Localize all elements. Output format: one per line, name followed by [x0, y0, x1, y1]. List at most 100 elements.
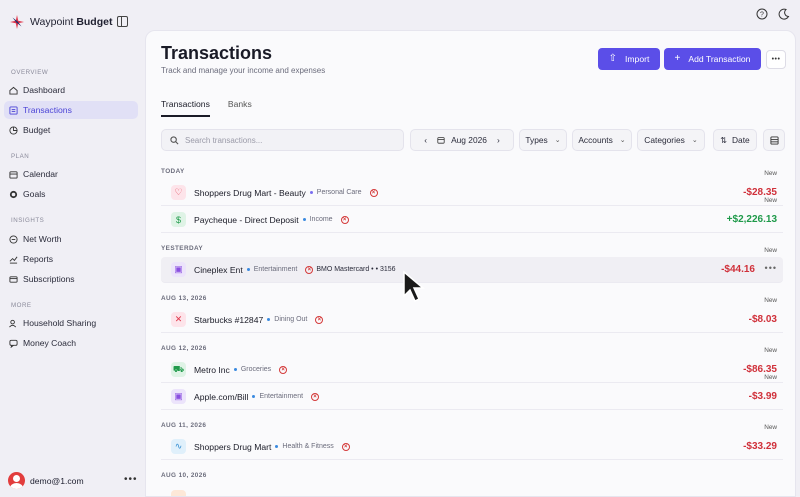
remove-account-icon[interactable]: ×: [369, 188, 378, 197]
brand-name-a: Waypoint: [30, 16, 74, 28]
search-input[interactable]: [185, 135, 395, 145]
sidebar-item-budget[interactable]: Budget: [4, 121, 138, 139]
sidebar-item-household-sharing[interactable]: Household Sharing: [4, 314, 138, 332]
tab-transactions[interactable]: Transactions: [161, 99, 210, 117]
category: Personal Care: [316, 189, 362, 196]
accounts-label: Accounts: [578, 135, 613, 145]
remove-account-icon[interactable]: ×: [340, 215, 349, 224]
merchant: Metro Inc: [194, 364, 230, 375]
row-more-icon[interactable]: •••: [765, 263, 777, 273]
month-label[interactable]: Aug 2026: [451, 135, 487, 145]
user-menu-more-icon[interactable]: •••: [124, 474, 138, 485]
sidebar-item-label: Transactions: [23, 105, 72, 115]
collapse-sidebar-icon[interactable]: [117, 16, 128, 27]
main-panel: Transactions Track and manage your incom…: [145, 30, 796, 497]
sidebar-item-net-worth[interactable]: Net Worth: [4, 230, 138, 248]
group-label: AUG 10, 2026: [161, 472, 207, 479]
remove-account-icon[interactable]: ×: [279, 365, 288, 374]
view-toggle-button[interactable]: [763, 129, 785, 151]
import-label: Import: [625, 54, 650, 64]
sidebar-item-subscriptions[interactable]: Subscriptions: [4, 270, 138, 288]
table-row[interactable]: ⛟ Metro Inc Groceries × New -$86.35: [161, 347, 783, 383]
sidebar-item-calendar[interactable]: Calendar: [4, 165, 138, 183]
compass-logo-icon: [10, 15, 24, 29]
chat-icon: [9, 339, 18, 348]
avatar: [8, 472, 25, 489]
categories-dropdown[interactable]: Categories ⌄: [637, 129, 705, 151]
table-row[interactable]: ▣ Apple.com/Bill Entertainment × New -$3…: [161, 374, 783, 410]
new-tag: New: [764, 297, 777, 304]
nav-section-overview: OVERVIEW: [11, 69, 49, 76]
table-row[interactable]: ♡ Shoppers Drug Mart - Beauty Personal C…: [161, 170, 783, 206]
sidebar-item-transactions[interactable]: Transactions: [4, 101, 138, 119]
sidebar-item-label: Dashboard: [23, 85, 66, 95]
remove-account-icon[interactable]: ×: [311, 392, 320, 401]
brand-name-b: Budget: [76, 16, 113, 28]
category: Groceries: [240, 366, 272, 373]
sidebar-item-money-coach[interactable]: Money Coach: [4, 334, 138, 352]
remove-account-icon[interactable]: ×: [315, 315, 324, 324]
pie-icon: [9, 125, 18, 135]
search-box[interactable]: [161, 129, 404, 151]
calendar-icon: [9, 170, 18, 179]
sort-button[interactable]: ⇅ Date: [713, 129, 757, 151]
category-icon: [171, 489, 186, 496]
tab-banks[interactable]: Banks: [228, 99, 252, 117]
new-tag: New: [764, 347, 777, 354]
film-icon: ▣: [171, 262, 186, 277]
sidebar-item-label: Household Sharing: [23, 318, 97, 328]
more-options-button[interactable]: •••: [766, 50, 786, 69]
merchant: Apple.com/Bill: [194, 391, 249, 402]
help-icon[interactable]: ?: [756, 8, 768, 20]
svg-text:?: ?: [760, 12, 764, 19]
page-title: Transactions: [161, 43, 273, 63]
amount: -$8.03: [748, 314, 777, 325]
category-dot: [302, 218, 306, 221]
remove-account-icon[interactable]: ×: [341, 442, 350, 451]
wallet-icon: [9, 234, 18, 244]
category: Dining Out: [274, 316, 308, 323]
new-tag: New: [764, 170, 777, 177]
sidebar-item-goals[interactable]: Goals: [4, 185, 138, 203]
list-icon: [9, 105, 18, 115]
merchant: Cineplex Ent: [194, 264, 243, 275]
import-button[interactable]: ⇧ Import: [598, 48, 660, 70]
add-transaction-button[interactable]: + Add Transaction: [664, 48, 761, 70]
table-row[interactable]: ▣ Cineplex Ent Entertainment × BMO Maste…: [161, 247, 783, 283]
sidebar-item-reports[interactable]: Reports: [4, 250, 138, 268]
category-dot: [267, 318, 271, 321]
table-row[interactable]: $ Paycheque - Direct Deposit Income × Ne…: [161, 197, 783, 233]
user-profile[interactable]: demo@1.com: [8, 472, 84, 489]
sidebar-item-dashboard[interactable]: Dashboard: [4, 81, 138, 99]
dark-mode-moon-icon[interactable]: [778, 8, 790, 20]
group-label: AUG 13, 2026: [161, 295, 207, 302]
table-view-icon: [769, 135, 779, 145]
dollar-icon: $: [171, 212, 186, 227]
remove-account-icon[interactable]: ×: [305, 265, 314, 274]
sidebar-item-label: Calendar: [23, 169, 58, 179]
category-dot: [309, 191, 313, 194]
film-icon: ▣: [171, 389, 186, 404]
table-row[interactable]: ∿ Shoppers Drug Mart Health & Fitness × …: [161, 424, 783, 460]
sort-icon: ⇅: [720, 135, 727, 145]
group-label: YESTERDAY: [161, 245, 204, 252]
next-month-icon[interactable]: ›: [497, 135, 500, 145]
table-row[interactable]: ✕ Starbucks #12847 Dining Out × New -$8.…: [161, 297, 783, 333]
cart-icon: ⛟: [171, 362, 186, 377]
amount: -$44.16: [721, 264, 755, 275]
chevron-down-icon: ⌄: [691, 137, 698, 144]
new-tag: New: [764, 197, 777, 204]
pulse-icon: ∿: [171, 439, 186, 454]
brand[interactable]: Waypoint Budget: [10, 14, 112, 30]
accounts-dropdown[interactable]: Accounts ⌄: [572, 129, 632, 151]
add-transaction-label: Add Transaction: [688, 54, 751, 64]
amount: -$3.99: [748, 391, 777, 402]
table-row[interactable]: [161, 484, 783, 496]
types-dropdown[interactable]: Types ⌄: [519, 129, 567, 151]
prev-month-icon[interactable]: ‹: [424, 135, 427, 145]
upload-icon: ⇧: [608, 53, 618, 64]
merchant: Shoppers Drug Mart: [194, 441, 272, 452]
sidebar-item-label: Subscriptions: [23, 274, 75, 284]
tabs: Transactions Banks: [161, 99, 270, 117]
nav-section-more: MORE: [11, 302, 32, 309]
